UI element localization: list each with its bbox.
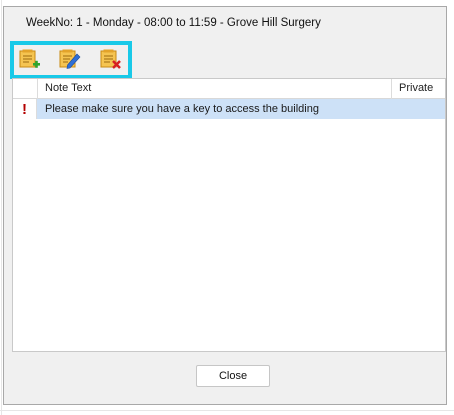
add-note-button[interactable] [14, 46, 44, 74]
background-divider [0, 410, 454, 411]
dialog-title: WeekNo: 1 - Monday - 08:00 to 11:59 - Gr… [26, 17, 321, 29]
edit-note-icon [59, 49, 81, 69]
column-header-note-text[interactable]: Note Text [45, 79, 91, 98]
delete-note-icon [100, 49, 121, 69]
priority-indicator-icon: ! [13, 99, 37, 119]
close-button[interactable]: Close [196, 365, 270, 387]
table-row[interactable]: ! Please make sure you have a key to acc… [13, 99, 445, 119]
table-header: Note Text Private [13, 79, 445, 99]
edit-note-button[interactable] [54, 46, 84, 74]
notes-table: Note Text Private ! Please make sure you… [12, 78, 446, 352]
delete-note-button[interactable] [95, 46, 125, 74]
dialog-footer: Close [12, 352, 446, 400]
background-divider [1, 0, 2, 415]
note-text-cell[interactable]: Please make sure you have a key to acces… [45, 99, 319, 119]
column-header-private[interactable]: Private [399, 79, 433, 98]
add-note-icon [19, 49, 40, 68]
notes-dialog: WeekNo: 1 - Monday - 08:00 to 11:59 - Gr… [3, 6, 447, 405]
